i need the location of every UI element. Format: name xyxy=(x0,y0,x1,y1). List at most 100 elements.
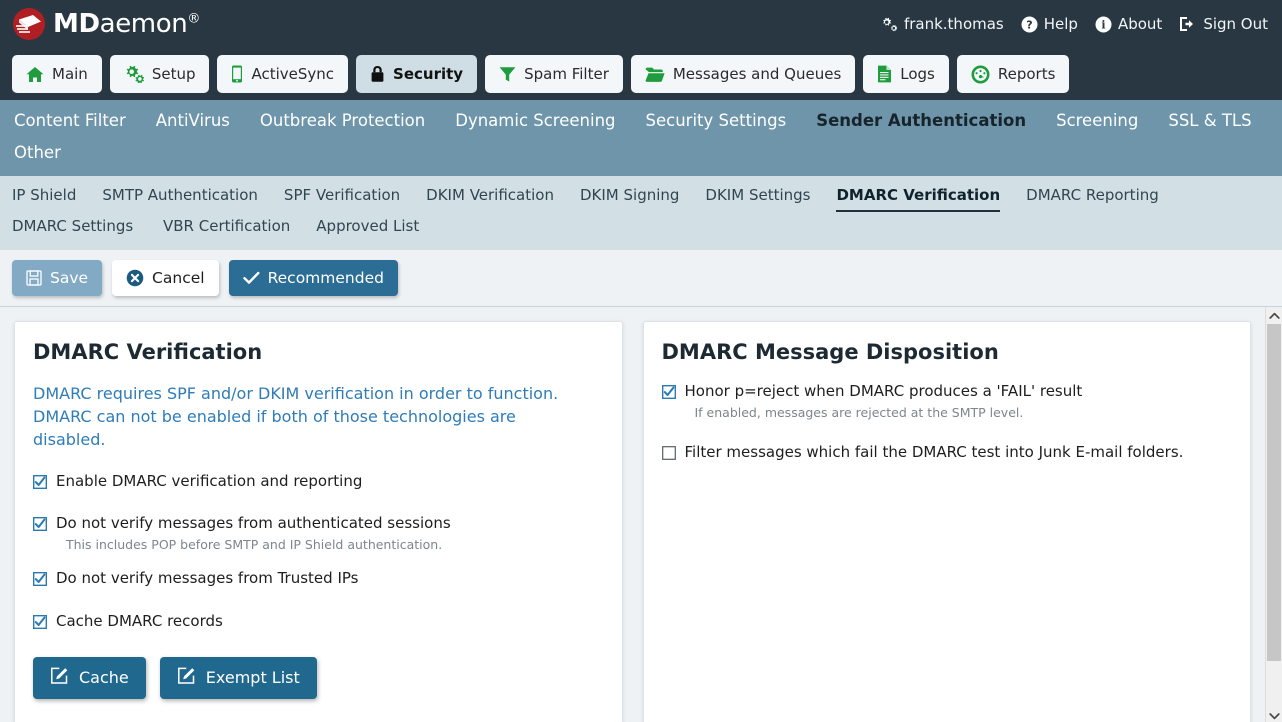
chevron-down-icon xyxy=(1269,712,1280,720)
option-honor-p-reject-note: If enabled, messages are rejected at the… xyxy=(695,405,1233,421)
chevron-up-icon xyxy=(1269,312,1280,320)
cache-button-label: Cache xyxy=(79,668,129,687)
page-nav-item-dmarc-verification[interactable]: DMARC Verification xyxy=(836,181,1000,212)
cancel-button[interactable]: Cancel xyxy=(112,260,219,296)
dmarc-verification-panel: DMARC Verification DMARC requires SPF an… xyxy=(14,321,623,722)
header-actions: frank.thomas ? Help i About xyxy=(879,15,1268,33)
tab-setup[interactable]: Setup xyxy=(110,55,210,93)
recommended-button[interactable]: Recommended xyxy=(229,260,398,296)
page-nav-item-dkim-signing[interactable]: DKIM Signing xyxy=(580,181,679,212)
tab-activesync-label: ActiveSync xyxy=(251,65,334,83)
primary-tabbar: Main Setup ActiveSync xyxy=(0,48,1282,100)
option-cache-dmarc-records[interactable]: Cache DMARC records xyxy=(33,612,604,631)
dmarc-message-disposition-panel-title: DMARC Message Disposition xyxy=(662,340,1233,364)
checkbox-checked-icon[interactable] xyxy=(33,572,47,586)
tab-security-label: Security xyxy=(393,65,463,83)
gears-icon xyxy=(124,65,144,83)
about-link[interactable]: i About xyxy=(1095,15,1162,33)
option-skip-trusted-ips[interactable]: Do not verify messages from Trusted IPs xyxy=(33,569,604,588)
info-circle-icon: i xyxy=(1095,16,1112,33)
page-nav-item-vbr-certification[interactable]: VBR Certification xyxy=(163,212,290,243)
tab-activesync[interactable]: ActiveSync xyxy=(217,55,348,93)
option-skip-trusted-ips-label: Do not verify messages from Trusted IPs xyxy=(56,569,358,588)
tab-security[interactable]: Security xyxy=(356,55,477,93)
dmarc-verification-panel-buttons: Cache Exempt List xyxy=(33,657,604,699)
security-section-nav: Content Filter AntiVirus Outbreak Protec… xyxy=(0,100,1282,176)
dmarc-message-disposition-panel: DMARC Message Disposition Honor p=reject… xyxy=(643,321,1252,722)
tab-spam-filter[interactable]: Spam Filter xyxy=(485,55,623,93)
spacer xyxy=(662,421,1233,437)
page-nav-item-approved-list[interactable]: Approved List xyxy=(316,212,419,243)
section-nav-item-dynamic-screening[interactable]: Dynamic Screening xyxy=(455,106,615,136)
section-nav-item-ssl-tls[interactable]: SSL & TLS xyxy=(1168,106,1251,136)
checkbox-checked-icon[interactable] xyxy=(33,517,47,531)
sign-out-link[interactable]: Sign Out xyxy=(1179,15,1268,33)
page-nav-item-dkim-verification[interactable]: DKIM Verification xyxy=(426,181,554,212)
cache-button[interactable]: Cache xyxy=(33,657,146,699)
sign-out-label: Sign Out xyxy=(1203,15,1268,33)
tab-reports[interactable]: Reports xyxy=(957,55,1070,93)
brand: MDaemon® xyxy=(12,7,200,41)
section-nav-item-antivirus[interactable]: AntiVirus xyxy=(156,106,230,136)
page-nav-item-dmarc-settings[interactable]: DMARC Settings xyxy=(12,212,137,243)
check-icon xyxy=(243,271,260,285)
tab-messages-and-queues-label: Messages and Queues xyxy=(673,65,841,83)
spacer xyxy=(33,592,604,612)
section-nav-item-sender-authentication[interactable]: Sender Authentication xyxy=(816,106,1026,136)
mobile-phone-icon xyxy=(231,65,243,83)
option-enable-dmarc[interactable]: Enable DMARC verification and reporting xyxy=(33,472,604,491)
checkbox-checked-icon[interactable] xyxy=(33,475,47,489)
edit-pencil-icon xyxy=(50,666,69,689)
section-nav-item-security-settings[interactable]: Security Settings xyxy=(646,106,787,136)
save-button[interactable]: Save xyxy=(12,260,102,296)
section-nav-item-screening[interactable]: Screening xyxy=(1056,106,1138,136)
checkbox-checked-icon[interactable] xyxy=(33,615,47,629)
page-nav-item-smtp-authentication[interactable]: SMTP Authentication xyxy=(102,181,258,212)
exempt-list-button[interactable]: Exempt List xyxy=(160,657,317,699)
page-nav-item-spf-verification[interactable]: SPF Verification xyxy=(284,181,400,212)
svg-text:i: i xyxy=(1101,18,1105,31)
scrollbar-thumb[interactable] xyxy=(1267,324,1281,661)
tab-logs-label: Logs xyxy=(900,65,935,83)
tab-logs[interactable]: Logs xyxy=(863,55,949,93)
help-label: Help xyxy=(1044,15,1078,33)
section-nav-item-outbreak-protection[interactable]: Outbreak Protection xyxy=(260,106,425,136)
scroll-down-button[interactable] xyxy=(1266,707,1282,722)
brand-name-bold: MD xyxy=(53,9,100,39)
page-nav-item-dmarc-reporting[interactable]: DMARC Reporting xyxy=(1026,181,1159,212)
account-menu[interactable]: frank.thomas xyxy=(879,15,1004,33)
option-skip-authenticated-sessions-note: This includes POP before SMTP and IP Shi… xyxy=(66,537,604,553)
section-nav-item-content-filter[interactable]: Content Filter xyxy=(14,106,126,136)
home-icon xyxy=(26,66,44,83)
content-area: DMARC Verification DMARC requires SPF an… xyxy=(0,307,1282,722)
brand-name-light: aemon xyxy=(100,9,188,39)
spacer xyxy=(33,553,604,569)
folder-open-icon xyxy=(645,66,665,83)
floppy-disk-icon xyxy=(26,270,42,286)
checkbox-unchecked-icon[interactable] xyxy=(662,446,676,460)
option-skip-authenticated-sessions[interactable]: Do not verify messages from authenticate… xyxy=(33,514,604,533)
tab-messages-and-queues[interactable]: Messages and Queues xyxy=(631,55,855,93)
option-honor-p-reject[interactable]: Honor p=reject when DMARC produces a 'FA… xyxy=(662,382,1233,401)
document-lines-icon xyxy=(877,65,892,83)
tab-main[interactable]: Main xyxy=(12,55,102,93)
content-scrollbar[interactable] xyxy=(1265,307,1282,722)
page-nav-item-ip-shield[interactable]: IP Shield xyxy=(12,181,76,212)
sign-out-icon xyxy=(1179,16,1197,32)
scroll-up-button[interactable] xyxy=(1266,307,1282,324)
section-nav-item-other[interactable]: Other xyxy=(14,138,1268,168)
svg-text:?: ? xyxy=(1026,18,1032,31)
help-link[interactable]: ? Help xyxy=(1021,15,1078,33)
brand-name: MDaemon® xyxy=(53,11,200,37)
dmarc-requirements-notice: DMARC requires SPF and/or DKIM verificat… xyxy=(33,382,573,452)
option-filter-to-junk[interactable]: Filter messages which fail the DMARC tes… xyxy=(662,443,1233,462)
edit-pencil-icon xyxy=(177,666,196,689)
checkbox-checked-icon[interactable] xyxy=(662,385,676,399)
scrollbar-track[interactable] xyxy=(1266,324,1282,707)
page-nav-item-dkim-settings[interactable]: DKIM Settings xyxy=(705,181,810,212)
about-label: About xyxy=(1118,15,1162,33)
mail-envelope-logo xyxy=(12,7,46,41)
option-enable-dmarc-label: Enable DMARC verification and reporting xyxy=(56,472,362,491)
funnel-icon xyxy=(499,66,516,83)
cogs-icon xyxy=(879,16,898,32)
